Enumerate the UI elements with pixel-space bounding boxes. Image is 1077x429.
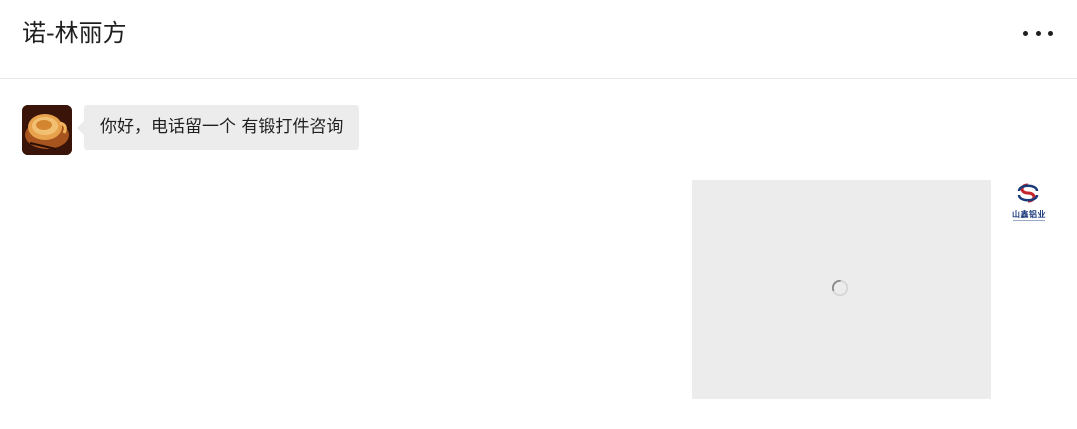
loading-spinner-icon xyxy=(831,279,849,297)
company-logo-text: 山鑫铝业 xyxy=(1012,210,1046,219)
chat-title: 诺-林丽方 xyxy=(22,19,127,47)
message-row-incoming: 你好，电话留一个 有锻打件咨询 xyxy=(22,105,360,155)
message-row-outgoing: 山鑫铝业 xyxy=(692,180,1053,399)
logo-underline xyxy=(1013,220,1045,221)
message-bubble-text[interactable]: 你好，电话留一个 有锻打件咨询 xyxy=(76,105,360,150)
own-avatar[interactable]: 山鑫铝业 xyxy=(1003,180,1053,230)
more-options-button[interactable] xyxy=(1023,22,1053,44)
coffee-cup-icon xyxy=(22,105,72,155)
image-message[interactable] xyxy=(692,180,991,399)
company-logo-icon xyxy=(1017,183,1039,203)
more-dot xyxy=(1048,30,1053,36)
more-dot xyxy=(1035,30,1041,36)
sender-avatar[interactable] xyxy=(22,105,72,155)
chat-header: 诺-林丽方 xyxy=(0,0,1077,79)
more-horizontal-icon xyxy=(1023,30,1028,36)
